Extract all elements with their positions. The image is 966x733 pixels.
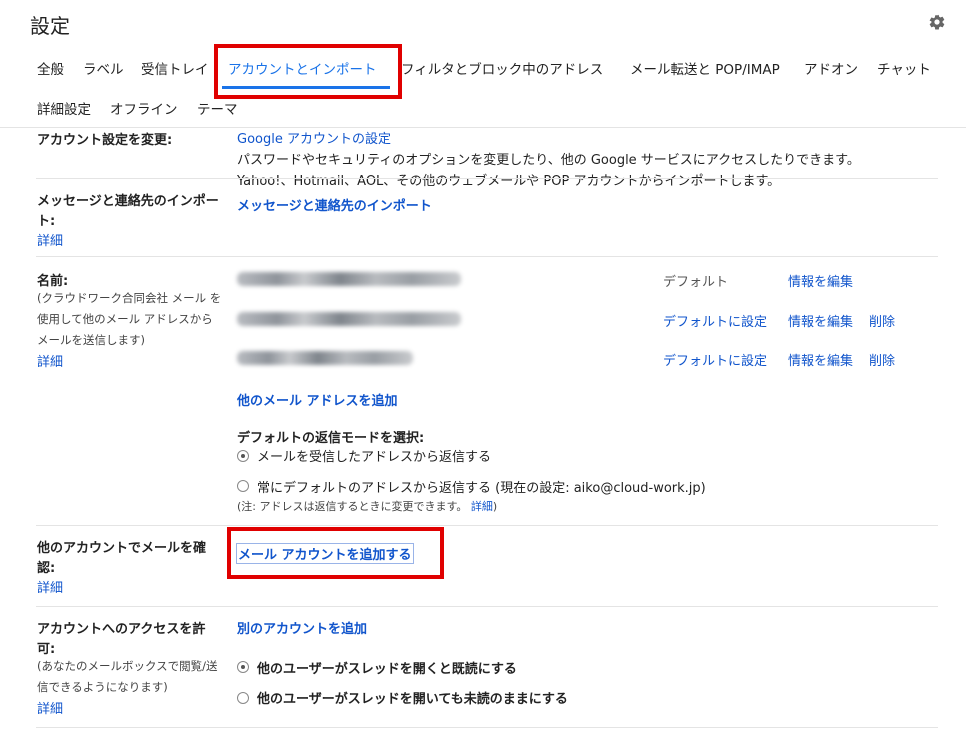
email-address-redacted	[237, 272, 461, 286]
add-mail-account-link[interactable]: メール アカウントを追加する	[236, 543, 414, 564]
add-another-account-link[interactable]: 別のアカウントを追加	[237, 618, 367, 637]
google-account-settings-link[interactable]: Google アカウントの設定	[237, 128, 391, 147]
email-address-redacted	[237, 351, 413, 365]
import-messages-link[interactable]: メッセージと連絡先のインポート	[237, 195, 432, 214]
grant-access-label-line1: アカウントへのアクセスを許	[37, 622, 206, 637]
tab-addons[interactable]: アドオン	[804, 58, 858, 78]
make-default-link[interactable]: デフォルトに設定	[663, 350, 767, 369]
mark-read-radio[interactable]	[237, 661, 249, 673]
grant-access-sub-2: 信できるようになります)	[37, 680, 168, 694]
address-status: デフォルト	[663, 275, 729, 290]
tab-forwarding[interactable]: メール転送と POP/IMAP	[630, 58, 780, 78]
delete-link[interactable]: 削除	[869, 311, 895, 330]
tab-themes[interactable]: テーマ	[197, 98, 238, 118]
section-divider	[36, 606, 938, 607]
reply-note-detail-link[interactable]: 詳細	[471, 500, 493, 513]
page-title: 設定	[30, 14, 70, 38]
header-divider	[0, 127, 966, 128]
send-as-sub-2: 使用して他のメール アドレスから	[37, 312, 213, 326]
tab-labels[interactable]: ラベル	[83, 58, 124, 78]
send-as-sub-3: メールを送信します)	[37, 333, 145, 347]
grant-access-detail-link[interactable]: 詳細	[37, 698, 63, 717]
section-divider	[36, 727, 938, 728]
reply-from-default-radio[interactable]	[237, 480, 249, 492]
check-mail-label-line2: 認:	[37, 561, 56, 576]
keep-unread-label: 他のユーザーがスレッドを開いても未読のままにする	[257, 692, 568, 707]
section-divider	[36, 256, 938, 257]
tab-filters[interactable]: フィルタとブロック中のアドレス	[401, 58, 603, 78]
reply-mode-label: デフォルトの返信モードを選択:	[237, 431, 425, 446]
tab-inbox[interactable]: 受信トレイ	[141, 58, 209, 78]
highlight-box-tab	[214, 44, 402, 99]
tab-general[interactable]: 全般	[37, 58, 64, 78]
account-settings-desc: パスワードやセキュリティのオプションを変更したり、他の Google サービスに…	[237, 153, 860, 168]
edit-info-link[interactable]: 情報を編集	[788, 311, 853, 330]
check-mail-label-line1: 他のアカウントでメールを確	[37, 541, 207, 556]
gear-icon[interactable]	[928, 13, 946, 31]
edit-info-link[interactable]: 情報を編集	[788, 350, 853, 369]
reply-opt1-label: メールを受信したアドレスから返信する	[257, 450, 492, 465]
reply-note-end: )	[492, 500, 498, 513]
email-address-redacted	[237, 312, 461, 326]
section-divider	[36, 525, 938, 526]
delete-link[interactable]: 削除	[869, 350, 895, 369]
check-mail-detail-link[interactable]: 詳細	[37, 577, 63, 596]
tab-chat[interactable]: チャット	[877, 58, 931, 78]
account-settings-label: アカウント設定を変更:	[37, 133, 173, 148]
section-divider	[36, 178, 938, 179]
send-as-label: 名前:	[37, 274, 69, 289]
import-label-line1: メッセージと連絡先のインポー	[37, 194, 219, 209]
import-detail-link[interactable]: 詳細	[37, 230, 63, 249]
tab-offline[interactable]: オフライン	[110, 98, 178, 118]
send-as-sub-1: (クラウドワーク合同会社 メール を	[37, 291, 222, 305]
reply-note-text: (注: アドレスは返信するときに変更できます。	[237, 500, 468, 513]
grant-access-label-line2: 可:	[37, 642, 56, 657]
keep-unread-radio[interactable]	[237, 692, 249, 704]
make-default-link[interactable]: デフォルトに設定	[663, 311, 767, 330]
import-label-line2: ト:	[37, 214, 56, 229]
mark-read-label: 他のユーザーがスレッドを開くと既読にする	[257, 662, 517, 677]
tab-advanced[interactable]: 詳細設定	[37, 98, 91, 118]
grant-access-sub-1: (あなたのメールボックスで閲覧/送	[37, 659, 218, 673]
import-desc: Yahoo!、Hotmail、AOL、その他のウェブメールや POP アカウント…	[237, 174, 781, 189]
reply-from-received-radio[interactable]	[237, 450, 249, 462]
edit-info-link[interactable]: 情報を編集	[788, 271, 853, 290]
send-as-detail-link[interactable]: 詳細	[37, 351, 63, 370]
add-email-address-link[interactable]: 他のメール アドレスを追加	[237, 390, 398, 409]
reply-note: (注: アドレスは返信するときに変更できます。 詳細)	[237, 498, 497, 514]
reply-opt2-label: 常にデフォルトのアドレスから返信する (現在の設定: aiko@cloud-wo…	[257, 481, 706, 496]
